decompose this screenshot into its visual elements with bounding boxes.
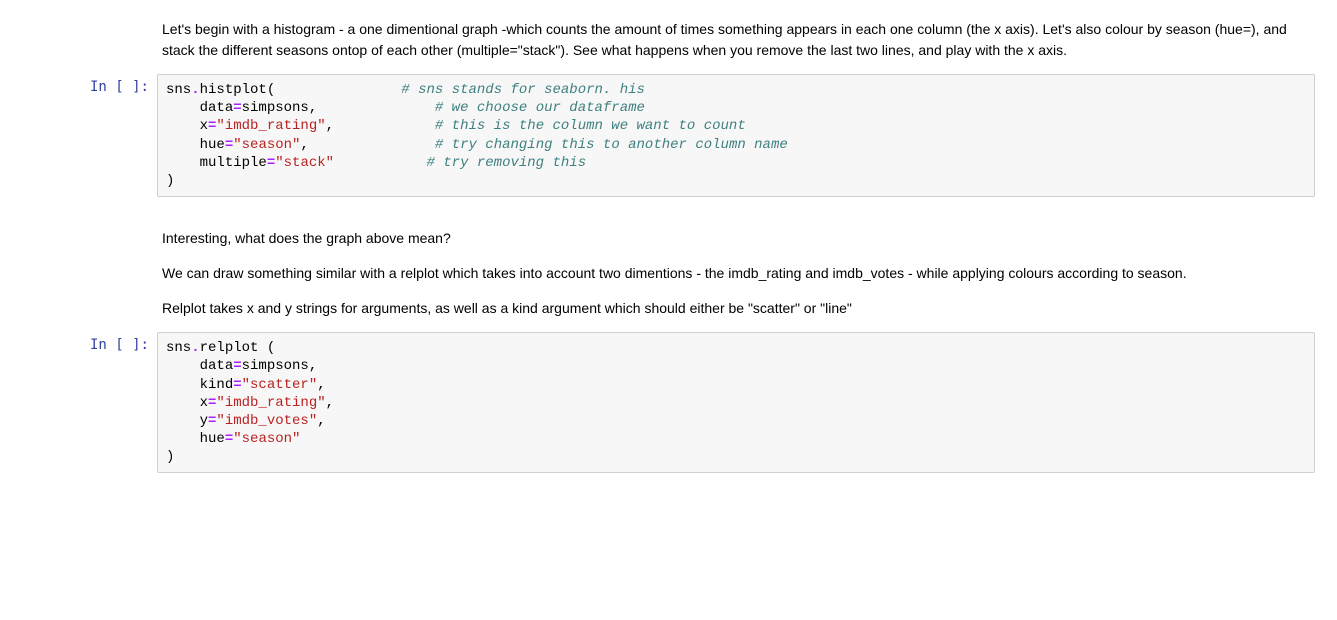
markdown-content: Interesting, what does the graph above m… <box>157 223 1337 324</box>
input-prompt: In [ ]: <box>0 74 157 197</box>
code-editor[interactable]: sns.relplot ( data=simpsons, kind="scatt… <box>157 332 1315 473</box>
code-cell: In [ ]: sns.histplot( # sns stands for s… <box>0 70 1337 201</box>
prompt-empty <box>0 223 157 324</box>
paragraph: We can draw something similar with a rel… <box>162 263 1315 284</box>
paragraph: Relplot takes x and y strings for argume… <box>162 298 1315 319</box>
code-cell: In [ ]: sns.relplot ( data=simpsons, kin… <box>0 328 1337 477</box>
paragraph: Interesting, what does the graph above m… <box>162 228 1315 249</box>
prompt-label: In [ ]: <box>90 79 149 95</box>
prompt-empty <box>0 14 157 66</box>
prompt-label: In [ ]: <box>90 337 149 353</box>
code-wrapper[interactable]: sns.histplot( # sns stands for seaborn. … <box>157 74 1337 197</box>
code-wrapper[interactable]: sns.relplot ( data=simpsons, kind="scatt… <box>157 332 1337 473</box>
markdown-cell: Interesting, what does the graph above m… <box>0 219 1337 328</box>
paragraph: Let's begin with a histogram - a one dim… <box>162 19 1315 61</box>
code-editor[interactable]: sns.histplot( # sns stands for seaborn. … <box>157 74 1315 197</box>
markdown-content: Let's begin with a histogram - a one dim… <box>157 14 1337 66</box>
input-prompt: In [ ]: <box>0 332 157 473</box>
markdown-cell: Let's begin with a histogram - a one dim… <box>0 10 1337 70</box>
